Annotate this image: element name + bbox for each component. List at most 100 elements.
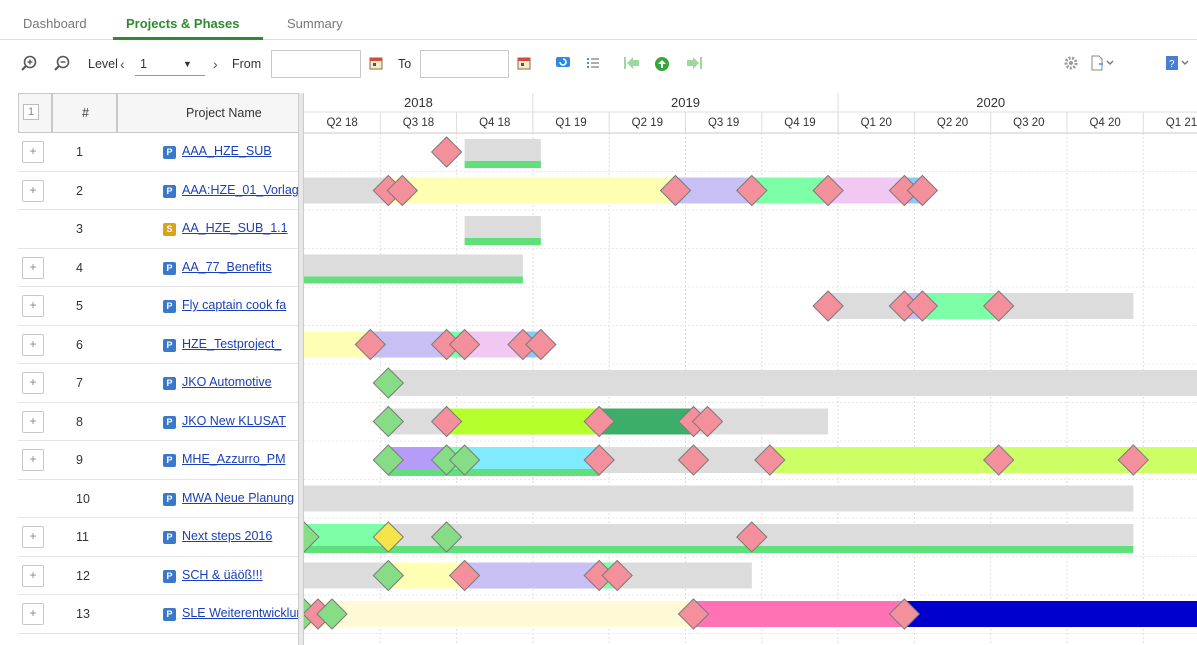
tab-projects-phases[interactable]: Projects & Phases — [126, 16, 239, 31]
row-number: 3 — [76, 222, 83, 236]
table-row[interactable]: +13 P SLE Weiterentwicklung — [18, 595, 300, 634]
quarter-label: Q2 18 — [326, 117, 357, 129]
table-row[interactable]: +11 P Next steps 2016 — [18, 518, 300, 557]
phase-bar — [904, 601, 1197, 627]
tab-dashboard[interactable]: Dashboard — [23, 16, 87, 31]
gantt-chart: 2018 2019 2020 Q2 18 Q3 18 Q4 18 Q1 19 Q2 19 Q3 … — [288, 93, 1197, 645]
project-name-link[interactable]: AAA_HZE_SUB — [182, 144, 300, 158]
table-row[interactable]: +4 P AA_77_Benefits — [18, 249, 300, 287]
expand-row-button[interactable]: + — [22, 256, 44, 279]
project-icon: P — [163, 300, 176, 313]
project-name-link[interactable]: SCH & üäöß!!! — [182, 568, 300, 582]
phase-bar — [388, 177, 676, 204]
project-icon: P — [163, 531, 176, 544]
go-last-icon[interactable] — [685, 55, 703, 73]
expand-row-button[interactable]: + — [22, 410, 44, 433]
project-name-link[interactable]: Fly captain cook fa — [182, 298, 300, 312]
to-date-input[interactable] — [420, 50, 509, 78]
zoom-out-icon[interactable] — [53, 55, 71, 73]
table-row[interactable]: +2 P AAA:HZE_01_Vorlage — [18, 172, 300, 210]
row-number: 2 — [76, 183, 83, 198]
number-column-label: # — [82, 106, 89, 120]
project-name-link[interactable]: MWA Neue Planung — [182, 491, 300, 505]
expand-row-button[interactable]: + — [22, 295, 44, 317]
settings-gear-icon[interactable] — [1063, 55, 1081, 73]
table-row[interactable]: +9 P MHE_Azzurro_PM — [18, 441, 300, 480]
svg-text:?: ? — [1169, 59, 1175, 70]
active-tab-indicator — [113, 37, 263, 40]
level-next-icon[interactable]: › — [213, 52, 218, 76]
column-selector-header[interactable]: 1 — [18, 93, 52, 133]
level-select-value: 1 — [140, 57, 147, 71]
project-name-link[interactable]: JKO New KLUSAT — [182, 414, 300, 428]
expand-row-button[interactable]: + — [22, 141, 44, 163]
row-number: 9 — [76, 453, 83, 467]
quarter-label: Q3 19 — [708, 117, 739, 129]
help-icon[interactable]: ? — [1165, 55, 1189, 73]
row-number: 5 — [76, 299, 83, 313]
quarter-label: Q2 20 — [937, 117, 968, 129]
quarter-label: Q4 19 — [784, 117, 815, 129]
expand-row-button[interactable]: + — [22, 526, 44, 548]
from-calendar-icon[interactable] — [368, 55, 386, 73]
row-number: 7 — [76, 376, 83, 390]
go-today-icon[interactable] — [653, 55, 671, 73]
project-icon: P — [163, 415, 176, 429]
row-number: 1 — [76, 145, 83, 159]
tab-summary[interactable]: Summary — [287, 16, 343, 31]
table-row[interactable]: +7 P JKO Automotive — [18, 364, 300, 403]
progress-line — [388, 469, 600, 476]
refresh-view-icon[interactable] — [555, 55, 573, 73]
project-icon: P — [163, 338, 176, 352]
column-selector[interactable]: 1 — [23, 104, 39, 120]
level-prev-icon[interactable]: ‹ — [120, 52, 125, 76]
from-date-input[interactable] — [271, 50, 361, 78]
project-name-link[interactable]: Next steps 2016 — [182, 529, 300, 543]
quarter-label: Q4 18 — [479, 117, 510, 129]
project-name-link[interactable]: MHE_Azzurro_PM — [182, 452, 300, 466]
progress-line — [464, 161, 541, 168]
phase-bar — [693, 601, 905, 627]
expand-row-button[interactable]: + — [22, 333, 44, 356]
quarter-label: Q4 20 — [1089, 117, 1120, 129]
table-row[interactable]: 10 P MWA Neue Planung — [18, 480, 300, 518]
row-number: 4 — [76, 260, 83, 275]
go-first-icon[interactable] — [623, 55, 641, 73]
from-label: From — [232, 57, 262, 71]
table-row[interactable]: +12 P SCH & üäöß!!! — [18, 557, 300, 595]
table-row[interactable]: 3 S AA_HZE_SUB_1.1 — [18, 210, 300, 249]
project-name-link[interactable]: JKO Automotive — [182, 375, 300, 389]
project-name-link[interactable]: SLE Weiterentwicklung — [182, 606, 300, 620]
zoom-in-icon[interactable] — [20, 55, 38, 73]
row-number: 13 — [76, 607, 90, 621]
expand-row-button[interactable]: + — [22, 564, 44, 587]
quarter-label: Q1 21 — [1166, 117, 1197, 129]
quarter-label: Q2 19 — [632, 117, 663, 129]
level-select[interactable]: 1 ▼ — [135, 52, 205, 76]
table-row[interactable]: +1 P AAA_HZE_SUB — [18, 133, 300, 172]
project-name-link[interactable]: AAA:HZE_01_Vorlage — [182, 183, 300, 197]
subproject-icon: S — [163, 223, 176, 236]
project-name-link[interactable]: HZE_Testproject_ — [182, 337, 300, 351]
project-name-column-header[interactable]: Project Name — [117, 93, 300, 133]
project-icon: P — [163, 608, 176, 621]
table-row[interactable]: +8 P JKO New KLUSAT — [18, 403, 300, 441]
project-icon: P — [163, 569, 176, 583]
number-column-header[interactable]: # — [52, 93, 117, 133]
to-calendar-icon[interactable] — [516, 55, 534, 73]
row-number: 12 — [76, 568, 90, 583]
expand-row-button[interactable]: + — [22, 603, 44, 625]
expand-row-button[interactable]: + — [22, 372, 44, 394]
project-name-link[interactable]: AA_77_Benefits — [182, 260, 300, 274]
export-document-icon[interactable] — [1090, 55, 1114, 73]
list-icon[interactable] — [585, 55, 603, 73]
table-row[interactable]: +5 P Fly captain cook fa — [18, 287, 300, 326]
quarter-label: Q1 19 — [555, 117, 586, 129]
expand-row-button[interactable]: + — [22, 179, 44, 202]
progress-line — [304, 276, 523, 284]
expand-row-button[interactable]: + — [22, 449, 44, 471]
project-name-link[interactable]: AA_HZE_SUB_1.1 — [182, 221, 300, 235]
table-row[interactable]: +6 P HZE_Testproject_ — [18, 326, 300, 364]
tab-bar: Dashboard Projects & Phases Summary — [0, 0, 1197, 40]
quarter-label: Q1 20 — [861, 117, 892, 129]
